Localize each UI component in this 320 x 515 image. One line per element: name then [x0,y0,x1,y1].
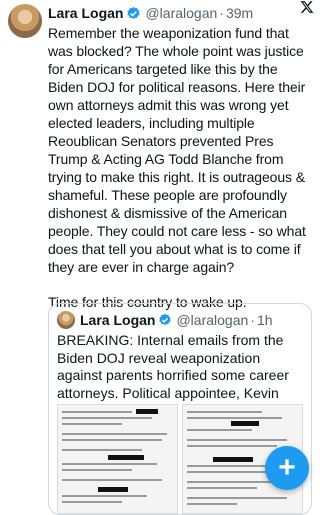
plus-icon: + [278,451,296,484]
separator-dot: · [219,5,224,21]
quoted-author-name: Lara Logan [80,312,156,328]
tweet-paragraph-1: Remember the weaponization fund that was… [48,25,306,275]
compose-button[interactable]: + [265,446,309,490]
author-handle[interactable]: @laralogan [145,5,217,21]
verified-badge-icon [126,6,141,21]
separator-dot: · [250,312,255,328]
tweet-header: Lara Logan @laralogan · 39m [48,4,308,22]
quoted-timestamp: 1h [256,312,273,328]
tweet-timestamp[interactable]: 39m [226,5,253,21]
quoted-tweet-text: BREAKING: Internal emails from the Biden… [57,332,289,401]
author-name[interactable]: Lara Logan [48,5,123,21]
author-avatar[interactable] [8,4,42,38]
email-document-image-left[interactable] [57,404,178,514]
quoted-author-avatar [57,311,75,329]
quoted-author-handle: @laralogan [176,312,249,328]
x-logo-icon [300,0,314,18]
tweet-text: Remember the weaponization fund that was… [48,24,312,311]
verified-badge-icon [158,313,172,327]
quoted-tweet-header: Lara Logan @laralogan · 1h [49,304,311,329]
